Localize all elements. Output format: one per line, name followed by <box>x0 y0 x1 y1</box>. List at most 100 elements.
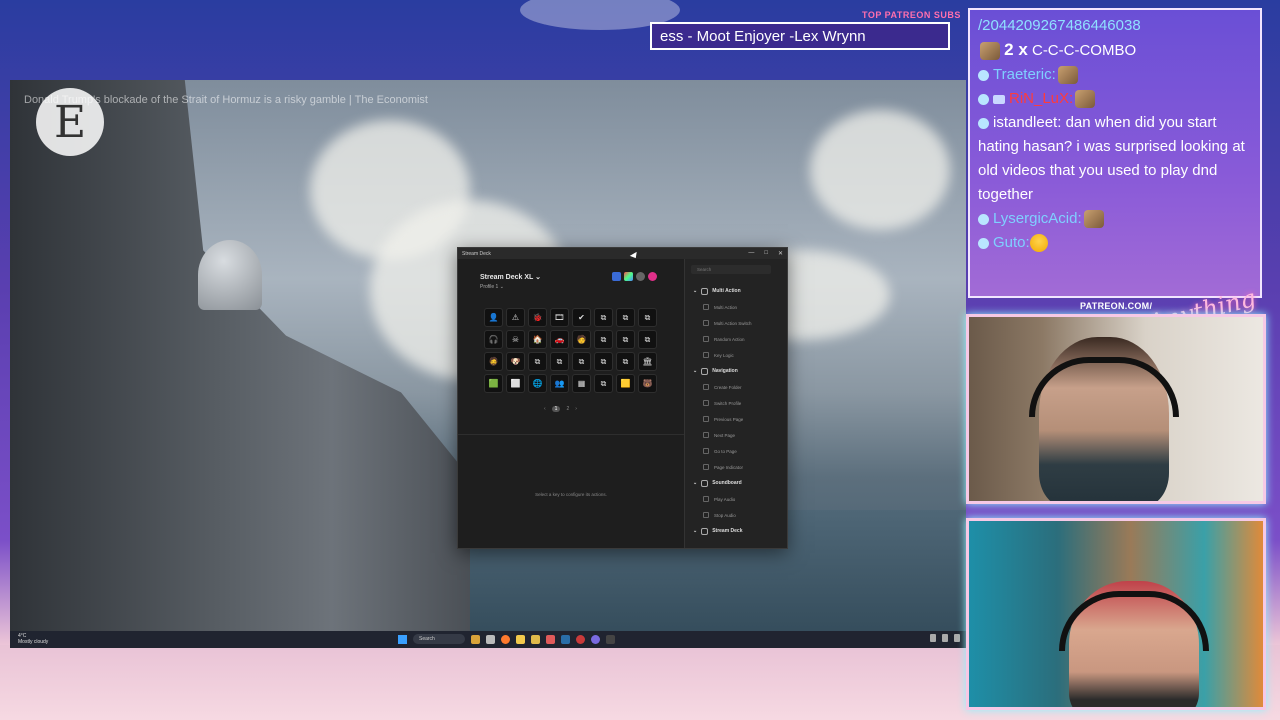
previous-page-button[interactable]: ‹ <box>544 406 546 412</box>
action-item[interactable]: Go to Page <box>685 443 787 459</box>
chevron-down-icon: ⌄ <box>693 480 698 486</box>
taskbar-search[interactable]: Search <box>413 634 465 644</box>
marketplace-icon[interactable] <box>624 272 633 281</box>
tray-mic-icon[interactable] <box>942 634 948 642</box>
stream-deck-key[interactable]: 🐻 <box>638 374 657 393</box>
action-item[interactable]: Play Audio <box>685 491 787 507</box>
stream-deck-key[interactable]: ☠ <box>506 330 525 349</box>
obs-icon[interactable] <box>576 634 585 644</box>
widgets-icon[interactable] <box>471 634 480 644</box>
stream-deck-key[interactable]: ⧉ <box>594 352 613 371</box>
discord-icon[interactable] <box>591 634 600 644</box>
minimize-icon[interactable]: — <box>748 250 754 257</box>
weather-widget[interactable]: 4°C Mostly cloudy <box>18 633 48 645</box>
action-item[interactable]: Multi Action <box>685 299 787 315</box>
action-item[interactable]: Key Logic <box>685 347 787 363</box>
stream-deck-key[interactable]: ⚠ <box>506 308 525 327</box>
stream-deck-key[interactable]: ⧉ <box>528 352 547 371</box>
stream-deck-key[interactable]: 🏛 <box>638 352 657 371</box>
action-item[interactable]: Multi Action Switch <box>685 315 787 331</box>
stream-deck-key[interactable]: 🌐 <box>528 374 547 393</box>
headphones-icon <box>1059 591 1209 651</box>
action-item[interactable]: Next Page <box>685 427 787 443</box>
stream-deck-key[interactable]: ⧉ <box>638 330 657 349</box>
stream-deck-key[interactable]: 👤 <box>484 308 503 327</box>
close-icon[interactable]: ✕ <box>778 250 783 257</box>
tray-chevron-icon[interactable] <box>930 634 936 642</box>
stream-deck-key[interactable]: ⧉ <box>594 374 613 393</box>
plugin-icon[interactable] <box>612 272 621 281</box>
chat-username[interactable]: istandleet: <box>993 114 1061 131</box>
stream-deck-key[interactable]: 🐶 <box>506 352 525 371</box>
action-item[interactable]: Create Folder <box>685 379 787 395</box>
action-category[interactable]: ⌄ Navigation <box>685 363 787 379</box>
chat-username[interactable]: Guto: <box>993 234 1030 251</box>
chat-username[interactable]: RiN_LuX: <box>1009 90 1073 107</box>
stream-deck-key[interactable]: ⧉ <box>594 330 613 349</box>
stream-deck-key[interactable]: 🧑 <box>572 330 591 349</box>
desktop-capture: Donald Trump's blockade of the Strait of… <box>10 80 966 648</box>
stream-deck-key[interactable]: ⧉ <box>616 352 635 371</box>
stream-deck-icon[interactable] <box>606 634 615 644</box>
stream-deck-key[interactable]: 👥 <box>550 374 569 393</box>
steam-icon[interactable] <box>561 634 570 644</box>
page-1-button[interactable]: 1 <box>551 406 561 412</box>
stream-deck-key[interactable]: 🟨 <box>616 374 635 393</box>
cloud <box>810 110 950 230</box>
photos-icon[interactable] <box>546 634 555 644</box>
maximize-icon[interactable]: □ <box>764 250 768 257</box>
profile-selector[interactable]: Profile 1 ⌄ <box>480 284 504 290</box>
stream-deck-key[interactable]: 🎞 <box>550 308 569 327</box>
stream-deck-key[interactable]: 🟩 <box>484 374 503 393</box>
action-label: Random Action <box>714 336 745 342</box>
firefox-icon[interactable] <box>501 634 510 644</box>
action-item[interactable]: Page Indicator <box>685 459 787 475</box>
stream-deck-key[interactable]: ⧉ <box>616 330 635 349</box>
account-icon[interactable] <box>648 272 657 281</box>
stream-deck-key[interactable]: ⧉ <box>572 352 591 371</box>
action-icon <box>703 352 709 358</box>
action-category[interactable]: ⌄ Stream Deck <box>685 523 787 539</box>
stream-deck-window[interactable]: Stream Deck — □ ✕ Stream Deck XL ⌄ Profi… <box>457 247 788 549</box>
action-item[interactable]: Stop Audio <box>685 507 787 523</box>
stream-deck-key[interactable]: 🚗 <box>550 330 569 349</box>
action-item[interactable]: Random Action <box>685 331 787 347</box>
stream-deck-key[interactable]: ✔ <box>572 308 591 327</box>
start-icon[interactable] <box>398 634 407 644</box>
smile-emote-icon <box>1029 234 1048 253</box>
action-label: Switch Profile <box>714 400 742 406</box>
stream-deck-key[interactable]: ⧉ <box>550 352 569 371</box>
window-controls: — □ ✕ <box>748 250 783 257</box>
action-icon <box>703 336 709 342</box>
action-label: Go to Page <box>714 448 737 454</box>
chat-username[interactable]: LysergicAcid: <box>993 210 1082 227</box>
explorer-icon[interactable] <box>516 634 525 644</box>
radar-dome <box>198 240 262 310</box>
stream-deck-key[interactable]: 🧔 <box>484 352 503 371</box>
device-selector[interactable]: Stream Deck XL ⌄ <box>480 273 541 281</box>
stream-deck-key[interactable]: 🐞 <box>528 308 547 327</box>
files-icon[interactable] <box>531 634 540 644</box>
action-item[interactable]: Previous Page <box>685 411 787 427</box>
settings-icon[interactable] <box>636 272 645 281</box>
page-2-button[interactable]: 2 <box>566 406 569 412</box>
stream-deck-key[interactable]: ⧉ <box>594 308 613 327</box>
stream-deck-key[interactable]: 🎧 <box>484 330 503 349</box>
action-item[interactable]: Switch Profile <box>685 395 787 411</box>
chat-username[interactable]: Traeteric: <box>993 66 1056 83</box>
next-page-button[interactable]: › <box>575 406 577 412</box>
action-icon <box>703 432 709 438</box>
stream-deck-key[interactable]: ⬜ <box>506 374 525 393</box>
stream-deck-key[interactable]: ⧉ <box>638 308 657 327</box>
tray-network-icon[interactable] <box>954 634 960 642</box>
stream-deck-key[interactable]: ⧉ <box>616 308 635 327</box>
action-label: Page Indicator <box>714 464 744 470</box>
stream-deck-key[interactable]: 🏠 <box>528 330 547 349</box>
action-category[interactable]: ⌄ Soundboard <box>685 475 787 491</box>
action-category[interactable]: ⌄ Multi Action <box>685 283 787 299</box>
stream-deck-key[interactable]: ▦ <box>572 374 591 393</box>
window-titlebar[interactable]: Stream Deck — □ ✕ <box>458 248 787 259</box>
action-search-input[interactable]: Search <box>691 265 771 274</box>
system-tray <box>930 634 960 642</box>
task-view-icon[interactable] <box>486 634 495 644</box>
